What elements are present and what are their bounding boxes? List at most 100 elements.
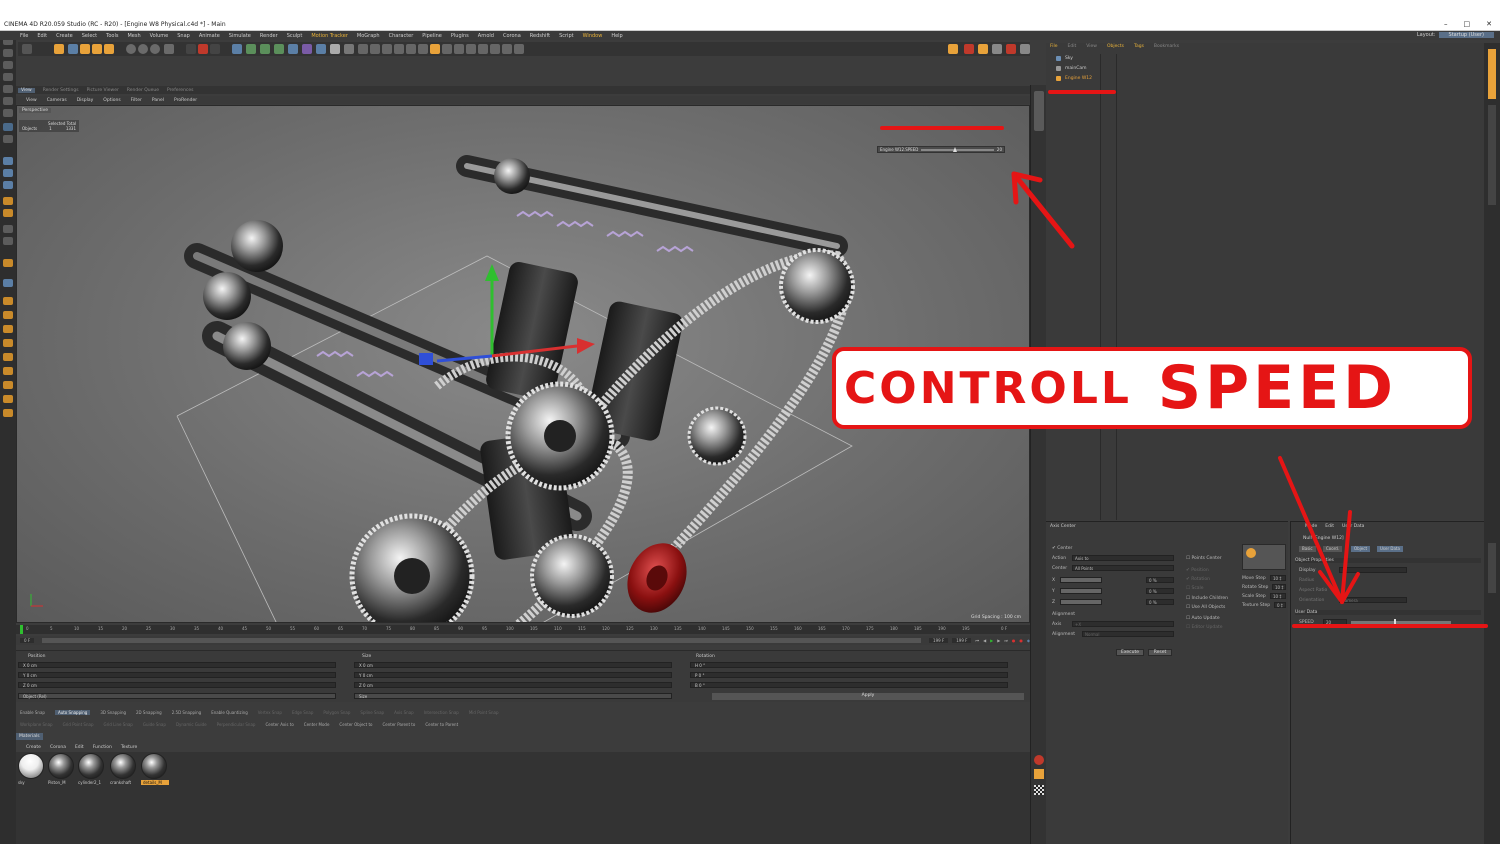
menu-plugins[interactable]: Plugins [451, 33, 469, 39]
spline-icon[interactable] [246, 44, 256, 54]
25d-snapping-button[interactable]: 2.5D Snapping [172, 710, 202, 715]
axis-z-field[interactable]: 0 % [1146, 599, 1174, 605]
viewport-menu-panel[interactable]: Panel [152, 98, 164, 103]
coordinate-system-icon[interactable] [164, 44, 174, 54]
rotation-h-field[interactable]: H 0 ° [690, 662, 1008, 668]
minimize-button[interactable]: – [1444, 20, 1448, 28]
spline-smooth-icon[interactable] [3, 325, 13, 333]
objects-menu-file[interactable]: File [1050, 44, 1058, 49]
workplane-mode-icon[interactable] [3, 73, 13, 81]
axis-y-field[interactable]: 0 % [1146, 588, 1174, 594]
tab-preferences[interactable]: Preferences [167, 88, 193, 93]
alignment-dropdown[interactable]: Normal [1082, 631, 1174, 637]
snap-icon[interactable] [3, 197, 13, 205]
array-icon[interactable] [274, 44, 284, 54]
viewport-menu-display[interactable]: Display [77, 98, 94, 103]
materials-menu-edit[interactable]: Edit [75, 745, 84, 750]
recent-tools-icon[interactable] [104, 44, 114, 54]
rs-light-icon[interactable] [1006, 44, 1016, 54]
material-swatch[interactable]: Piston_M [48, 753, 76, 787]
melt-icon[interactable] [514, 44, 524, 54]
knife-icon[interactable] [406, 44, 416, 54]
layout-dropdown[interactable]: Startup (User) [1438, 32, 1494, 38]
polygon-snap-button[interactable]: Polygon Snap [323, 710, 350, 715]
center-to-parent-button[interactable]: Center to Parent [425, 722, 458, 727]
scale-step-field[interactable]: 10 ‡ [1270, 593, 1286, 599]
intersection-snap-button[interactable]: Intersection Snap [424, 710, 459, 715]
viewport-menu-prorender[interactable]: ProRender [174, 98, 197, 103]
perpendicular-snap-button[interactable]: Perpendicular Snap [217, 722, 256, 727]
hud-speed-knob[interactable] [952, 146, 957, 152]
scale-checkbox[interactable]: ☐ Scale [1186, 586, 1204, 591]
z-axis-icon[interactable] [150, 44, 160, 54]
menu-edit[interactable]: Edit [37, 33, 47, 39]
tab-picture-viewer[interactable]: Picture Viewer [87, 88, 119, 93]
axis-snap-button[interactable]: Axis Snap [394, 710, 414, 715]
menu-sculpt[interactable]: Sculpt [287, 33, 303, 39]
rotation-b-field[interactable]: B 0 ° [690, 682, 1008, 688]
axis-x-field[interactable]: 0 % [1146, 577, 1174, 583]
size-y-field[interactable]: Y 0 cm [354, 672, 672, 678]
materials-menu-function[interactable]: Function [93, 745, 112, 750]
menu-arnold[interactable]: Arnold [478, 33, 494, 39]
size-mode-dropdown[interactable]: Size [354, 693, 672, 699]
menu-animate[interactable]: Animate [199, 33, 220, 39]
materials-menu-texture[interactable]: Texture [121, 745, 137, 750]
light-icon[interactable] [344, 44, 354, 54]
tab-view[interactable]: View [18, 87, 35, 93]
axis-dropdown[interactable]: +X [1072, 621, 1174, 627]
scale-icon[interactable] [80, 44, 90, 54]
rotation-checkbox[interactable]: ✔ Rotation [1186, 577, 1210, 582]
connect-icon[interactable] [490, 44, 500, 54]
grid-line-snap-button[interactable]: Grid Line Snap [104, 722, 133, 727]
record-icon[interactable]: ● [1012, 638, 1016, 643]
menu-window[interactable]: Window [583, 33, 603, 39]
rs-material-icon[interactable] [1020, 44, 1030, 54]
lock-workplane-icon[interactable] [3, 237, 13, 245]
points-center-checkbox[interactable]: ☐ Points Center [1186, 556, 1222, 561]
position-z-field[interactable]: Z 0 cm [18, 682, 336, 688]
objects-menu-view[interactable]: View [1086, 44, 1097, 49]
menu-motion-tracker[interactable]: Motion Tracker [311, 33, 348, 39]
move-step-field[interactable]: 10 ‡ [1270, 575, 1286, 581]
tab-user-data[interactable]: User Data [1377, 546, 1403, 552]
objects-menu-objects[interactable]: Objects [1107, 44, 1124, 49]
menu-script[interactable]: Script [559, 33, 574, 39]
objects-vertical-tab[interactable] [1488, 49, 1496, 99]
spline-linear-icon[interactable] [3, 381, 13, 389]
menu-volume[interactable]: Volume [150, 33, 169, 39]
apply-button[interactable]: Apply [712, 693, 1024, 700]
editor-update-checkbox[interactable]: ☐ Editor Update [1186, 625, 1223, 630]
menu-character[interactable]: Character [389, 33, 414, 39]
redshift-icon[interactable] [948, 44, 958, 54]
goto-end-icon[interactable]: ⏭ [1004, 638, 1008, 643]
spline-bezier-icon[interactable] [3, 353, 13, 361]
material-new-icon[interactable] [1034, 755, 1044, 765]
rs-ipr-icon[interactable] [978, 44, 988, 54]
content-browser-vertical-tab[interactable] [1488, 105, 1496, 205]
reset-button[interactable]: Reset [1148, 649, 1172, 656]
mograph-icon[interactable] [288, 44, 298, 54]
grid-icon[interactable] [358, 44, 368, 54]
tab-coord[interactable]: Coord. [1323, 546, 1343, 552]
attributes-vertical-tab[interactable] [1488, 543, 1496, 593]
axis-z-slider[interactable] [1060, 599, 1102, 605]
enable-quantizing-button[interactable]: Enable Quantizing [211, 710, 248, 715]
menu-select[interactable]: Select [82, 33, 97, 39]
auto-snapping-button[interactable]: Auto Snapping [54, 709, 91, 715]
start-frame-field[interactable]: 0 F [20, 638, 35, 643]
tab-render-settings[interactable]: Render Settings [43, 88, 79, 93]
menu-render[interactable]: Render [260, 33, 278, 39]
model-mode-icon[interactable] [3, 49, 13, 57]
deformer-icon[interactable] [302, 44, 312, 54]
edge-snap-button[interactable]: Edge Snap [292, 710, 313, 715]
2d-snapping-button[interactable]: 2D Snapping [136, 710, 162, 715]
execute-button[interactable]: Execute [1116, 649, 1144, 656]
tab-render-queue[interactable]: Render Queue [127, 88, 159, 93]
attributes-menu-user-data[interactable]: User Data [1342, 524, 1364, 529]
menu-file[interactable]: File [20, 33, 28, 39]
grid-point-snap-button[interactable]: Grid Point Snap [63, 722, 94, 727]
viewport-solo-hierarchy-icon[interactable] [3, 181, 13, 189]
enable-snap-button[interactable]: Enable Snap [20, 710, 45, 715]
move-icon[interactable] [68, 44, 78, 54]
